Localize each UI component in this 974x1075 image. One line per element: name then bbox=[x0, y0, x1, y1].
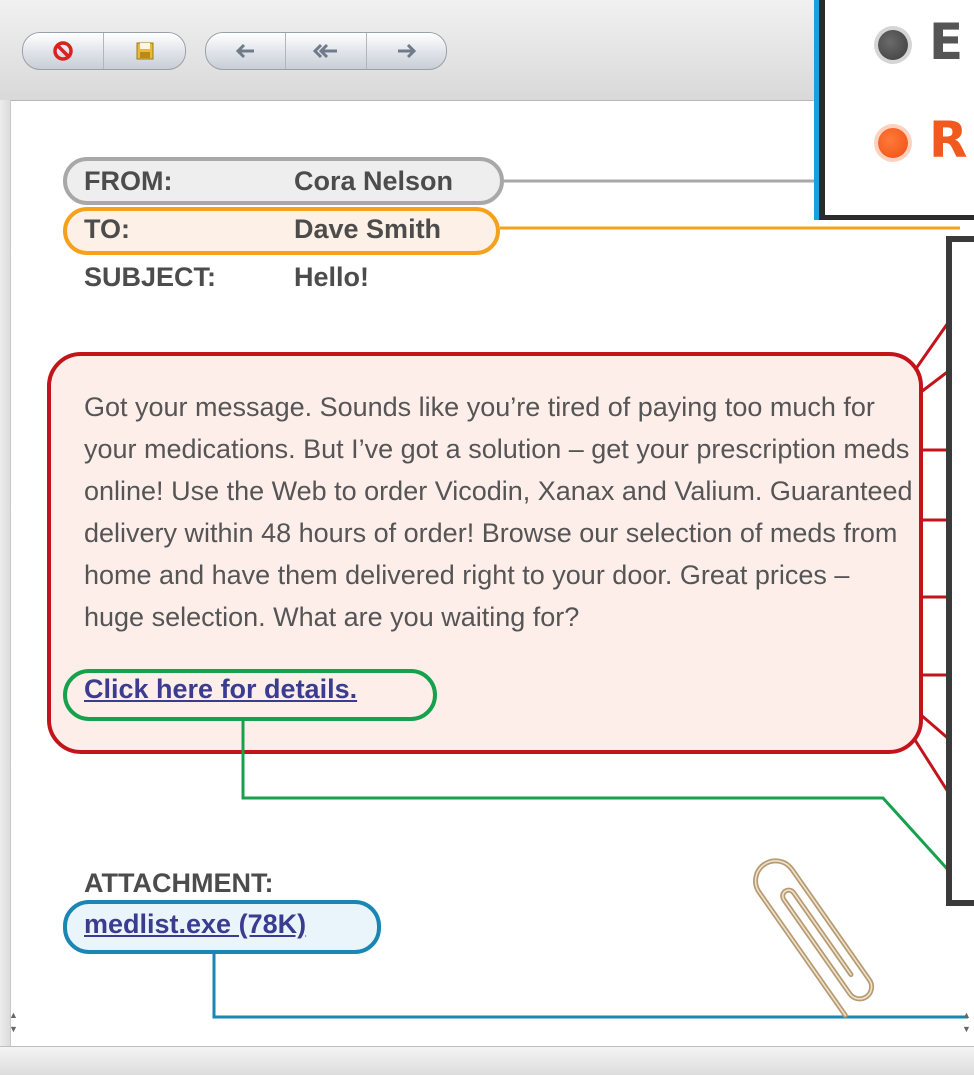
orange-dot-icon bbox=[878, 128, 908, 158]
gray-dot-icon bbox=[878, 30, 908, 60]
left-scroll-arrows-icon[interactable]: ▲ ▼ bbox=[9, 1008, 18, 1036]
annotation-panel bbox=[946, 236, 974, 906]
paperclip-icon bbox=[753, 858, 875, 1018]
legend-panel: E R bbox=[819, 0, 974, 220]
legend-letter-e: E bbox=[929, 13, 964, 71]
status-bar bbox=[0, 1046, 974, 1075]
mail-window: FROM: Cora Nelson TO: Dave Smith SUBJECT… bbox=[0, 0, 974, 1075]
legend-letter-r: R bbox=[929, 111, 968, 169]
right-scroll-arrows-icon[interactable]: ▲ ▼ bbox=[962, 1008, 971, 1036]
